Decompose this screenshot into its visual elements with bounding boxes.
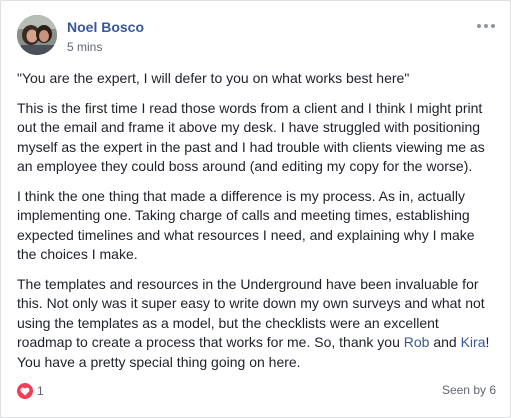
author-name[interactable]: Noel Bosco [67,19,144,35]
more-icon[interactable] [474,19,498,33]
post-paragraph-quote: "You are the expert, I will defer to you… [17,70,410,86]
menu-dot [491,24,495,28]
menu-dot [477,24,481,28]
post-timestamp[interactable]: 5 mins [67,40,102,54]
post-paragraph: The templates and resources in the Under… [17,275,496,373]
seen-by[interactable]: Seen by 6 [442,383,496,397]
menu-dot [484,24,488,28]
mention-kira[interactable]: Kira [461,334,486,350]
post-card: Noel Bosco 5 mins "You are the expert, I… [0,0,511,418]
post-header: Noel Bosco 5 mins [17,15,498,59]
post-body: "You are the expert, I will defer to you… [17,69,496,382]
reaction-summary[interactable]: 1 [17,383,44,399]
reaction-count: 1 [37,384,44,398]
post-paragraph: This is the first time I read those word… [17,99,485,175]
post-paragraph: I think the one thing that made a differ… [17,187,475,263]
seen-by-label: Seen by 6 [441,383,496,397]
avatar-image [17,15,57,55]
heart-icon [17,383,33,399]
avatar[interactable] [17,15,57,55]
post-footer: 1 Seen by 6 [17,383,496,403]
mention-rob[interactable]: Rob [404,334,430,350]
paragraph-text: and [429,334,461,350]
